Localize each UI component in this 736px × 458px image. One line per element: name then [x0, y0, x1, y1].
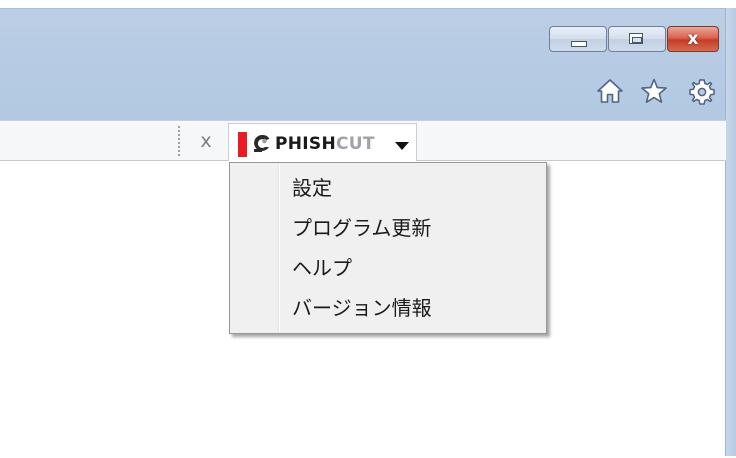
menu-item-version-info[interactable]: バージョン情報 — [232, 289, 544, 327]
maximize-icon — [629, 33, 643, 44]
toolbar-close-button[interactable]: x — [196, 128, 216, 154]
minimize-icon — [571, 41, 587, 47]
menu-item-label: プログラム更新 — [292, 216, 432, 240]
gear-icon[interactable] — [688, 78, 715, 105]
phishcut-dropdown-button[interactable]: PHISHCUT — [228, 123, 417, 161]
maximize-button[interactable] — [608, 26, 666, 52]
home-icon[interactable] — [597, 78, 623, 104]
phishcut-menu: 設定 プログラム更新 ヘルプ バージョン情報 — [229, 162, 547, 334]
menu-item-label: バージョン情報 — [292, 296, 432, 320]
browser-window: x x PHISHCUT 設定 プログラム更新 ヘルプ バージョン情報 — [0, 0, 736, 458]
logo-text-phish: PHISH — [275, 134, 336, 154]
star-icon[interactable] — [640, 78, 667, 104]
menu-item-help[interactable]: ヘルプ — [232, 249, 544, 287]
close-icon: x — [687, 29, 699, 49]
close-button[interactable]: x — [667, 26, 719, 52]
menu-item-program-update[interactable]: プログラム更新 — [232, 209, 544, 247]
phishcut-logo-bar — [238, 132, 247, 157]
phishcut-logo-icon — [251, 132, 273, 156]
menu-item-label: ヘルプ — [292, 256, 352, 280]
logo-text-cut: CUT — [335, 134, 375, 154]
title-bar — [0, 8, 726, 121]
menu-item-settings[interactable]: 設定 — [232, 169, 544, 207]
minimize-button[interactable] — [549, 26, 607, 52]
toolbar-grip[interactable] — [178, 126, 180, 158]
window-border — [725, 8, 736, 456]
phishcut-logo-text: PHISHCUT — [275, 132, 375, 156]
menu-item-label: 設定 — [292, 176, 332, 200]
caret-down-icon — [395, 142, 409, 150]
